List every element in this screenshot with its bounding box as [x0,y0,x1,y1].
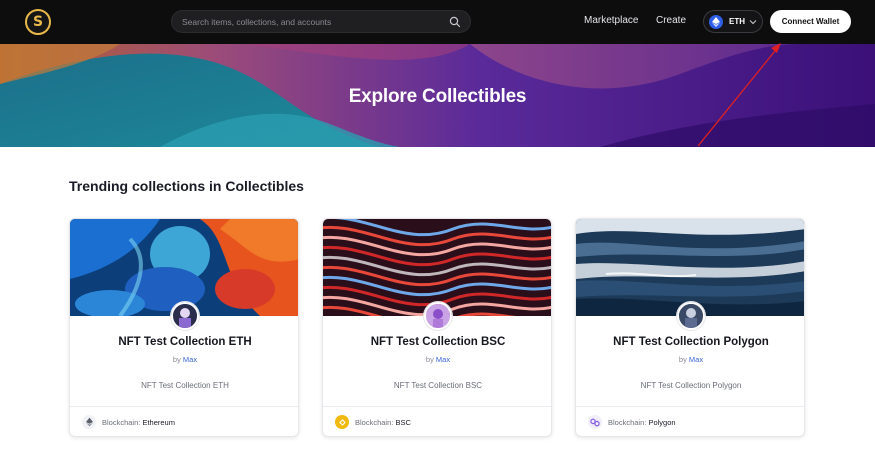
collection-description: NFT Test Collection BSC [393,381,483,390]
chevron-down-icon [749,20,757,25]
bsc-icon [335,415,349,429]
blockchain-info: Blockchain: Ethereum [102,418,175,427]
hero-banner: Explore Collectibles [0,44,875,147]
collection-owner: by Max [70,355,298,364]
section-title: Trending collections in Collectibles [69,178,304,194]
blockchain-value: Polygon [648,418,676,427]
owner-link[interactable]: Max [689,355,703,364]
card-divider [70,406,298,407]
logo-letter: S [32,14,44,30]
collection-owner: by Max [323,355,551,364]
chain-selector[interactable]: ETH [703,10,763,33]
blockchain-label: Blockchain: [608,418,647,427]
site-logo[interactable]: S [25,9,51,35]
nav-create-link[interactable]: Create [656,15,686,26]
blockchain-label: Blockchain: [102,418,141,427]
collection-card-eth[interactable]: NFT Test Collection ETH by Max NFT Test … [69,218,299,437]
collection-description: NFT Test Collection Polygon [640,381,742,390]
page-title: Explore Collectibles [348,86,527,107]
card-divider [576,406,804,407]
nav-marketplace-link[interactable]: Marketplace [584,15,638,26]
collection-title[interactable]: NFT Test Collection ETH [70,336,298,348]
collection-description: NFT Test Collection ETH [141,381,229,390]
owner-avatar[interactable] [677,302,705,330]
by-label: by [172,355,181,364]
by-label: by [678,355,687,364]
search-input[interactable] [182,14,442,29]
collection-card-polygon[interactable]: NFT Test Collection Polygon by Max NFT T… [575,218,805,437]
by-label: by [425,355,434,364]
ethereum-icon [709,15,723,29]
polygon-icon [588,415,602,429]
collection-owner: by Max [576,355,804,364]
collection-title[interactable]: NFT Test Collection BSC [323,336,551,348]
owner-link[interactable]: Max [183,355,197,364]
collection-title[interactable]: NFT Test Collection Polygon [576,336,804,348]
blockchain-info: Blockchain: BSC [355,418,411,427]
chain-selector-label: ETH [729,17,745,26]
owner-avatar[interactable] [171,302,199,330]
ethereum-icon [82,415,96,429]
blockchain-info: Blockchain: Polygon [608,418,676,427]
search-bar[interactable] [171,10,471,33]
connect-wallet-button[interactable]: Connect Wallet [770,10,851,33]
card-divider [323,406,551,407]
blockchain-label: Blockchain: [355,418,394,427]
blockchain-value: BSC [395,418,411,427]
blockchain-value: Ethereum [142,418,175,427]
collection-card-bsc[interactable]: NFT Test Collection BSC by Max NFT Test … [322,218,552,437]
search-icon[interactable] [449,16,461,28]
owner-avatar[interactable] [424,302,452,330]
top-nav-bar: S Marketplace Create ETH Connect Wallet [0,0,875,44]
owner-link[interactable]: Max [436,355,450,364]
